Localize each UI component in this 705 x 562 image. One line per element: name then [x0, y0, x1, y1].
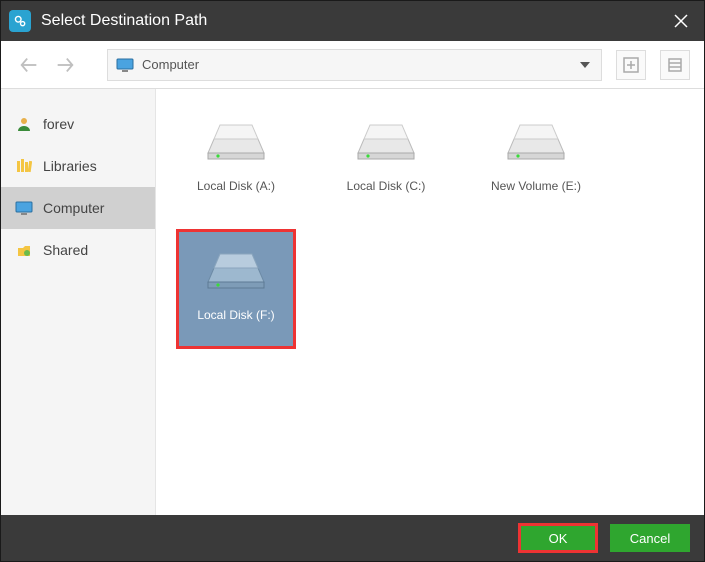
- path-text: Computer: [142, 57, 577, 72]
- view-list-button[interactable]: [660, 50, 690, 80]
- content-pane: Local Disk (A:) Local Disk (C:) New Volu…: [156, 89, 704, 515]
- cancel-button[interactable]: Cancel: [610, 524, 690, 552]
- arrow-left-icon: [18, 54, 40, 76]
- close-button[interactable]: [658, 1, 704, 41]
- sidebar-item-label: Libraries: [43, 158, 97, 174]
- app-icon: [9, 10, 31, 32]
- drive-item-f[interactable]: Local Disk (F:): [176, 229, 296, 349]
- drive-item-c[interactable]: Local Disk (C:): [326, 109, 446, 229]
- footer: OK Cancel: [1, 515, 704, 561]
- drive-icon: [206, 246, 266, 294]
- nav-back-button[interactable]: [15, 51, 43, 79]
- dialog-body: forev Libraries Computer Shared: [1, 89, 704, 515]
- drive-label: New Volume (E:): [491, 179, 581, 193]
- drive-label: Local Disk (C:): [347, 179, 426, 193]
- dialog-window: Select Destination Path Computer: [0, 0, 705, 562]
- drive-icon: [356, 117, 416, 165]
- sidebar: forev Libraries Computer Shared: [1, 89, 156, 515]
- user-icon: [15, 115, 33, 133]
- ok-button[interactable]: OK: [518, 523, 598, 553]
- drive-item-a[interactable]: Local Disk (A:): [176, 109, 296, 229]
- toolbar: Computer: [1, 41, 704, 89]
- sidebar-item-user[interactable]: forev: [1, 103, 155, 145]
- titlebar: Select Destination Path: [1, 1, 704, 41]
- shared-icon: [15, 241, 33, 259]
- close-icon: [674, 14, 688, 28]
- drive-item-e[interactable]: New Volume (E:): [476, 109, 596, 229]
- arrow-right-icon: [54, 54, 76, 76]
- drive-icon: [506, 117, 566, 165]
- window-title: Select Destination Path: [41, 12, 658, 30]
- path-dropdown-button[interactable]: [577, 62, 593, 68]
- sidebar-item-computer[interactable]: Computer: [1, 187, 155, 229]
- libraries-icon: [15, 157, 33, 175]
- sidebar-item-label: Computer: [43, 200, 104, 216]
- chevron-down-icon: [580, 62, 590, 68]
- drive-label: Local Disk (A:): [197, 179, 275, 193]
- sidebar-item-label: forev: [43, 116, 74, 132]
- sidebar-item-libraries[interactable]: Libraries: [1, 145, 155, 187]
- drive-label: Local Disk (F:): [197, 308, 274, 322]
- plus-icon: [623, 57, 639, 73]
- list-icon: [667, 57, 683, 73]
- sidebar-item-shared[interactable]: Shared: [1, 229, 155, 271]
- computer-icon: [116, 58, 134, 72]
- computer-icon: [15, 199, 33, 217]
- drive-icon: [206, 117, 266, 165]
- nav-forward-button[interactable]: [51, 51, 79, 79]
- path-bar[interactable]: Computer: [107, 49, 602, 81]
- new-folder-button[interactable]: [616, 50, 646, 80]
- sidebar-item-label: Shared: [43, 242, 88, 258]
